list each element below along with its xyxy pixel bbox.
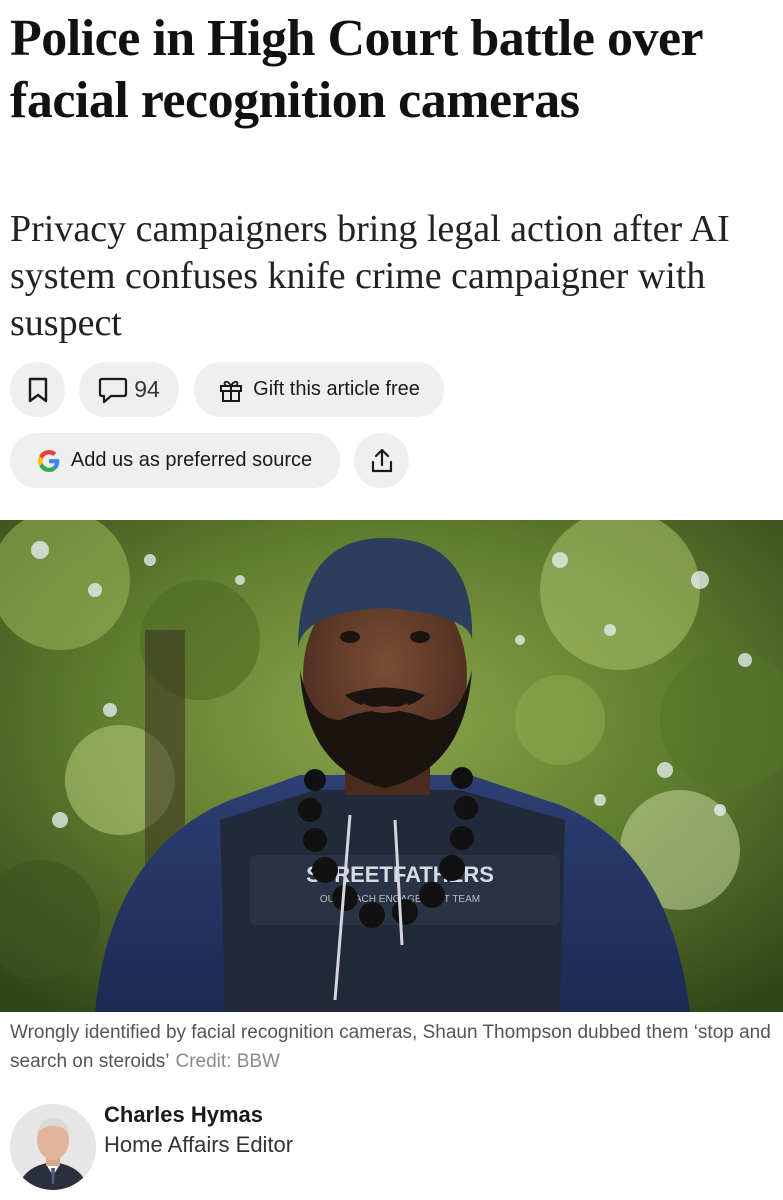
gift-article-button[interactable]: Gift this article free xyxy=(194,362,444,417)
share-button[interactable] xyxy=(354,433,409,488)
photo-credit: Credit: BBW xyxy=(175,1051,280,1072)
article-standfirst: Privacy campaigners bring legal action a… xyxy=(10,208,730,344)
preferred-source-label: Add us as preferred source xyxy=(70,449,313,471)
author-name[interactable]: Charles Hymas xyxy=(104,1102,263,1128)
comment-icon xyxy=(98,376,128,404)
gift-label: Gift this article free xyxy=(253,378,420,400)
article-photo: STREETFATHERS OUTREACH ENGAGEMENT TEAM xyxy=(0,520,783,1012)
bookmark-icon xyxy=(27,377,49,403)
comment-count: 94 xyxy=(134,376,160,402)
caption-text: Wrongly identified by facial recognition… xyxy=(10,1022,771,1072)
photo-caption: Wrongly identified by facial recognition… xyxy=(10,1018,775,1076)
gift-icon xyxy=(218,377,244,403)
preferred-source-button[interactable]: Add us as preferred source xyxy=(10,433,340,488)
share-icon xyxy=(370,448,394,474)
article-headline: Police in High Court battle over facial … xyxy=(10,10,703,129)
comments-button[interactable]: 94 xyxy=(79,362,179,417)
bookmark-button[interactable] xyxy=(10,362,65,417)
google-g-icon xyxy=(37,449,60,472)
author-avatar[interactable] xyxy=(10,1104,96,1190)
author-role: Home Affairs Editor xyxy=(104,1132,294,1157)
